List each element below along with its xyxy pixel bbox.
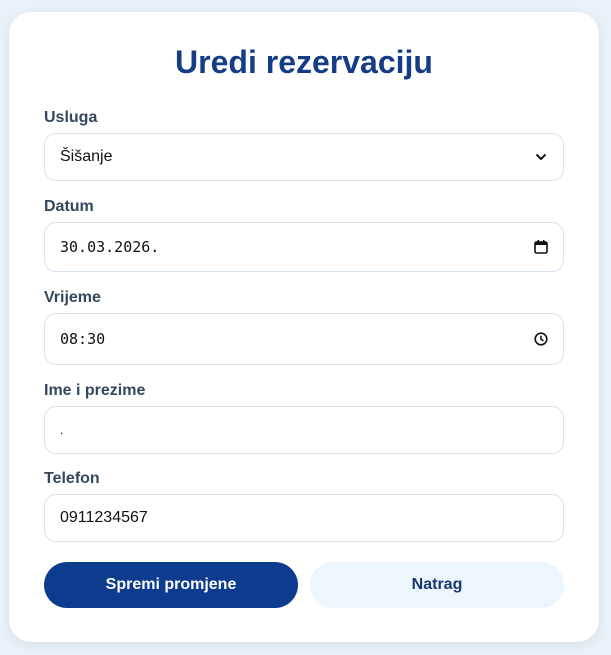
time-label: Vrijeme — [44, 289, 101, 306]
save-changes-button[interactable]: Spremi promjene — [44, 562, 298, 608]
name-label: Ime i prezime — [44, 382, 146, 399]
back-button[interactable]: Natrag — [310, 562, 564, 608]
phone-value: 0911234567 — [60, 509, 148, 526]
time-input[interactable]: 08:30 — [44, 313, 564, 365]
name-input[interactable]: . — [44, 406, 564, 454]
clock-icon[interactable] — [533, 331, 549, 347]
edit-reservation-card: Uredi rezervaciju Usluga Šišanje Datum 3… — [9, 12, 599, 642]
name-value: . — [60, 423, 64, 437]
service-value: Šišanje — [60, 148, 113, 165]
phone-input[interactable]: 0911234567 — [44, 494, 564, 542]
chevron-down-icon — [533, 149, 549, 165]
date-input[interactable]: 30.03.2026. — [44, 222, 564, 272]
service-label: Usluga — [44, 109, 98, 126]
page-title: Uredi rezervaciju — [175, 44, 433, 80]
service-select[interactable]: Šišanje — [44, 133, 564, 181]
phone-label: Telefon — [44, 470, 100, 487]
calendar-icon[interactable] — [533, 239, 549, 255]
time-value: 08:30 — [60, 330, 106, 348]
date-value: 30.03.2026. — [60, 238, 160, 256]
date-label: Datum — [44, 198, 94, 215]
